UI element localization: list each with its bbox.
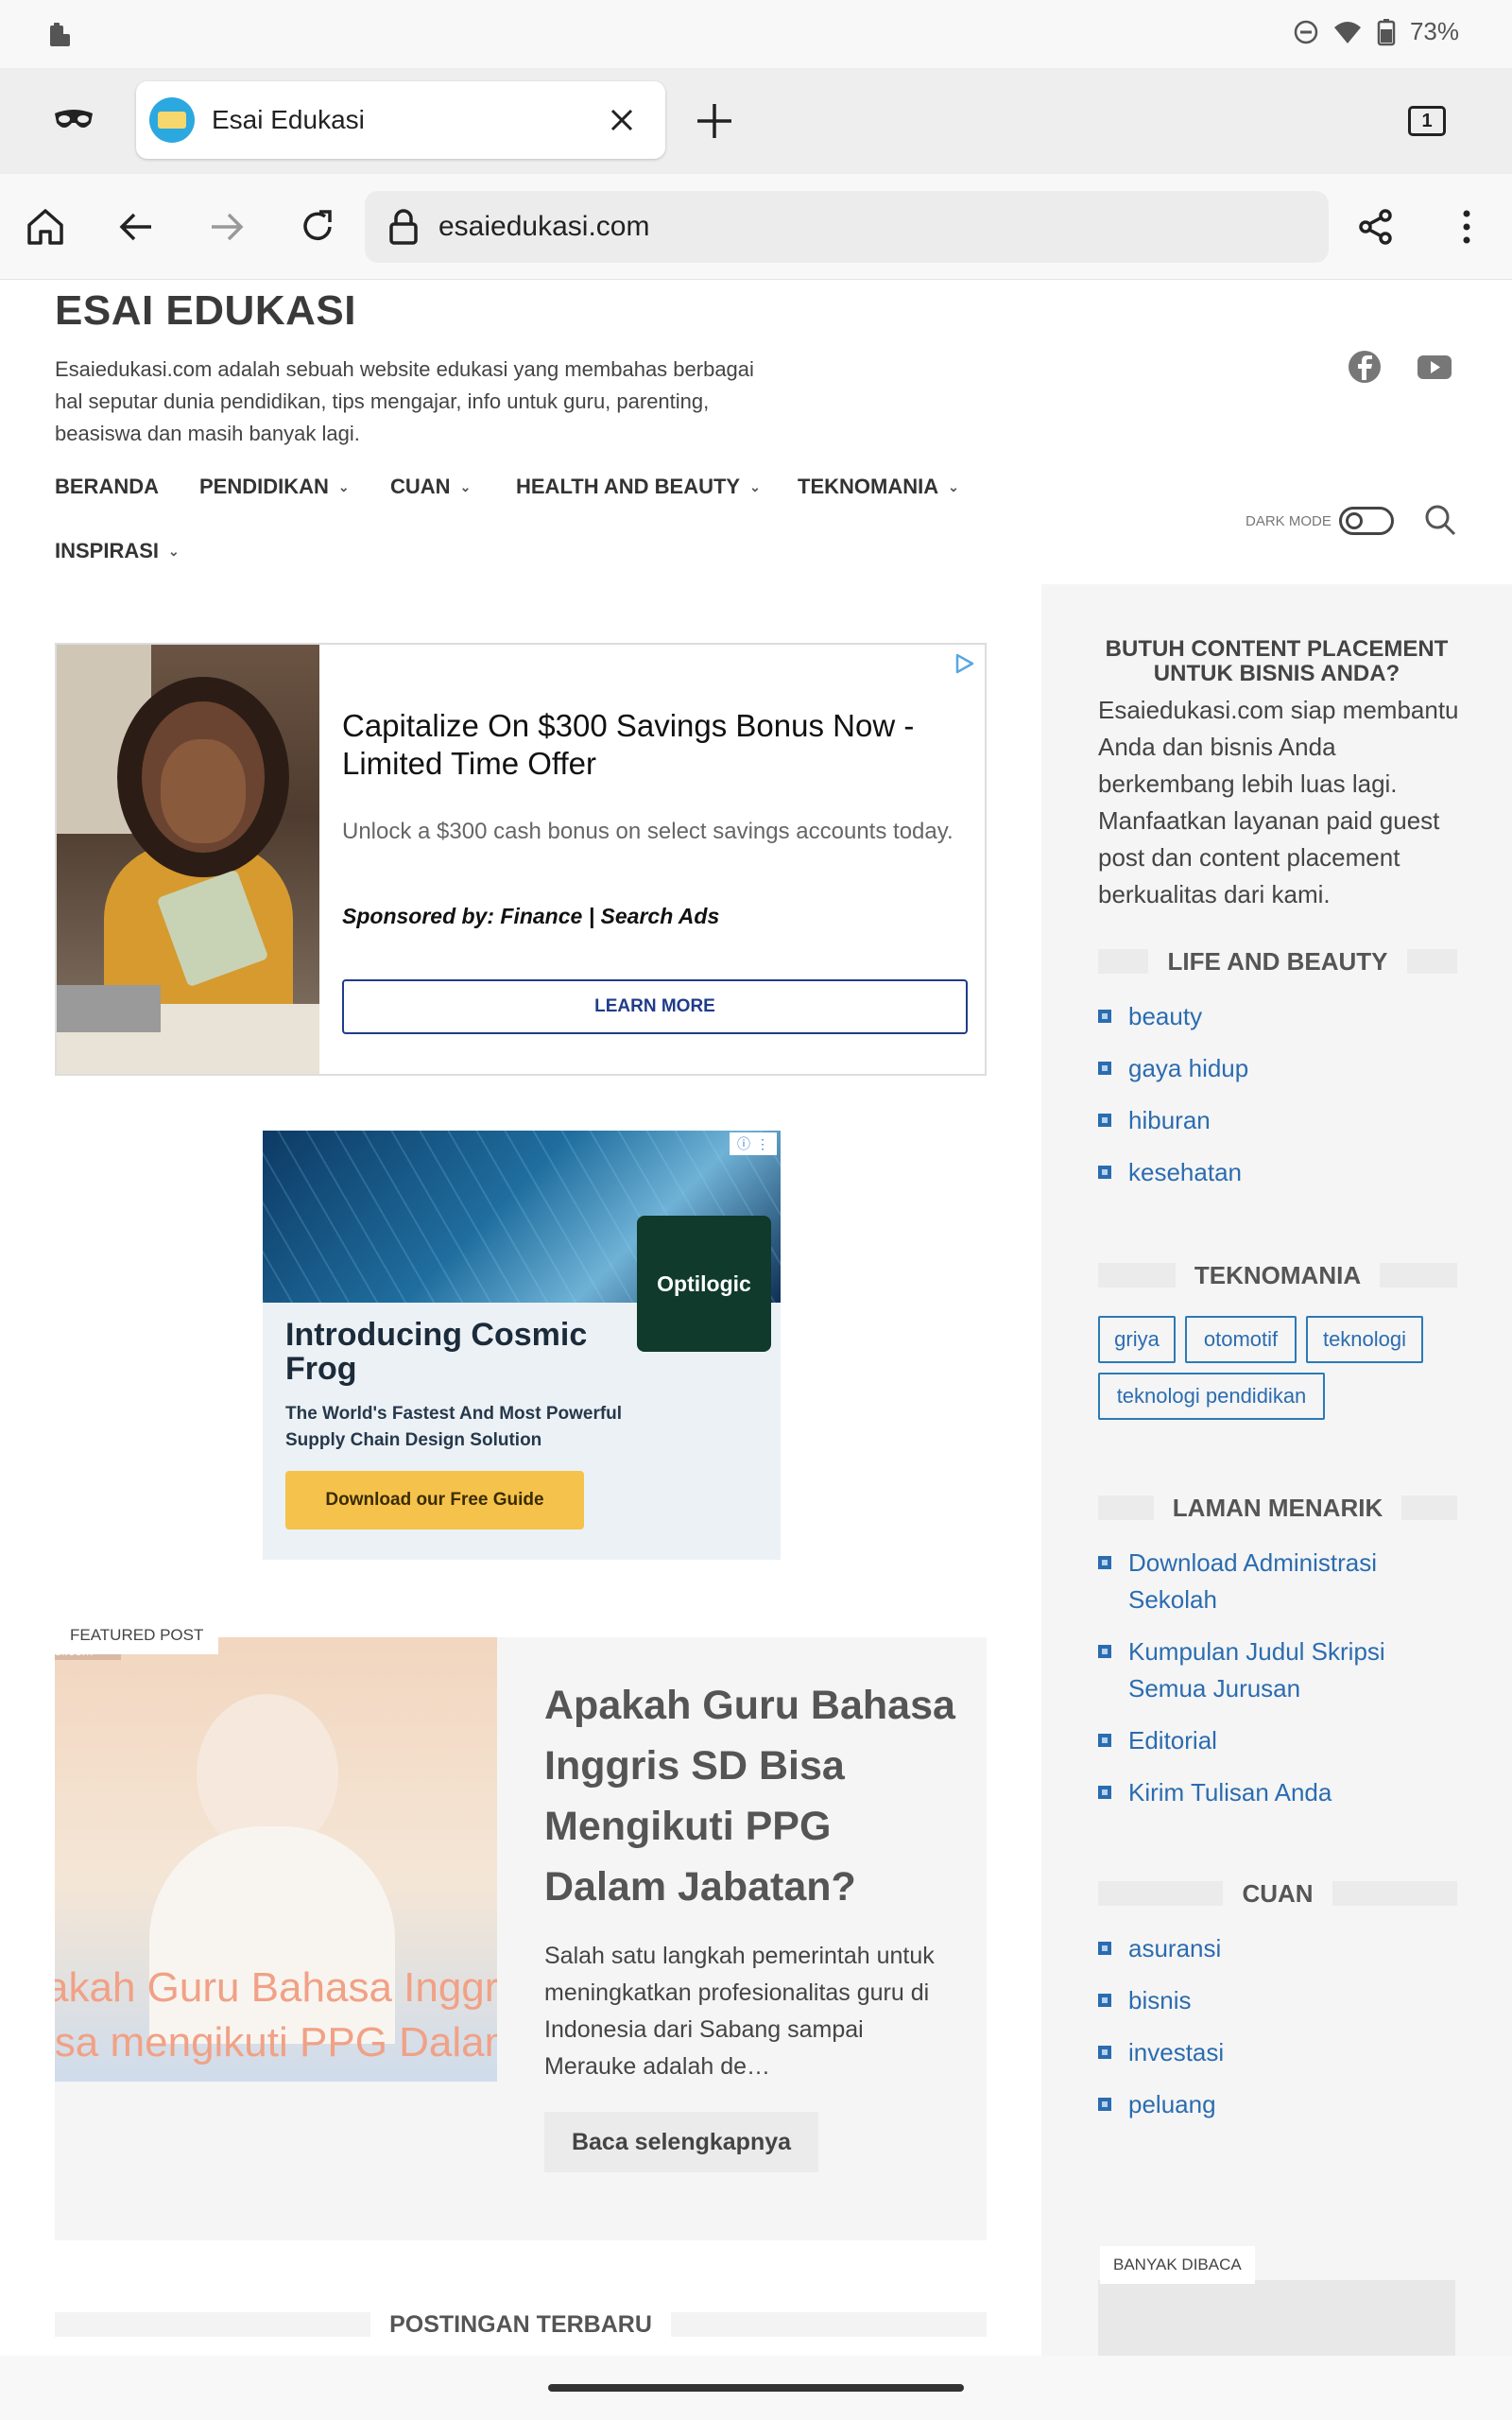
tag-otomotif[interactable]: otomotif (1185, 1316, 1297, 1363)
new-tab-icon[interactable] (696, 102, 733, 140)
site-favicon-icon (149, 97, 195, 143)
chevron-down-icon: ⌄ (459, 478, 472, 494)
ad-photo (57, 645, 319, 1074)
forward-arrow-icon[interactable] (202, 202, 251, 251)
dark-mode-label: DARK MODE (1246, 512, 1332, 529)
content-placement-text: Esaiedukasi.com siap membantu Anda dan b… (1098, 696, 1459, 908)
incognito-icon[interactable] (53, 104, 94, 136)
optilogic-logo: Optilogic (637, 1216, 771, 1352)
sponsored-ad-savings[interactable]: Capitalize On $300 Savings Bonus Now - L… (55, 643, 987, 1076)
ad-info-icon[interactable]: ⓘ ⋮ (730, 1132, 777, 1155)
ad-subtitle: The World's Fastest And Most Powerful Su… (285, 1404, 623, 1450)
category-link-bisnis[interactable]: bisnis (1098, 1982, 1457, 2019)
share-icon[interactable] (1351, 202, 1400, 251)
link-download-administrasi[interactable]: Download Administrasi Sekolah (1098, 1545, 1457, 1618)
popular-posts-box (1098, 2280, 1455, 2356)
link-editorial[interactable]: Editorial (1098, 1722, 1457, 1759)
battery-icon (1377, 18, 1396, 45)
toggle-switch[interactable] (1338, 507, 1394, 535)
browser-toolbar: esaiedukasi.com (0, 174, 1512, 280)
nav-item-health-and-beauty[interactable]: HEALTH AND BEAUTY ⌄ (516, 475, 761, 499)
chevron-down-icon: ⌄ (168, 543, 180, 559)
do-not-disturb-icon (1294, 20, 1318, 43)
system-nav-bar (0, 2356, 1512, 2420)
lock-icon (389, 209, 418, 245)
youtube-icon[interactable] (1416, 348, 1453, 386)
adchoices-icon[interactable] (953, 652, 975, 675)
featured-post-title[interactable]: Apakah Guru Bahasa Inggris SD Bisa Mengi… (544, 1675, 960, 1917)
featured-post-image[interactable]: si.com akah Guru Bahasa Inggris isa meng… (55, 1637, 497, 2082)
active-tab[interactable]: Esai Edukasi (136, 81, 665, 159)
url-text: esaiedukasi.com (438, 211, 650, 242)
close-tab-icon[interactable] (599, 97, 644, 143)
popular-posts-label: BANYAK DIBACA (1100, 2246, 1255, 2284)
nav-item-beranda[interactable]: BERANDA (55, 475, 159, 499)
nav-item-teknomania[interactable]: TEKNOMANIA ⌄ (798, 475, 959, 499)
chevron-down-icon: ⌄ (337, 478, 350, 494)
cuan-list: asuransi bisnis investasi peluang (1098, 1930, 1457, 2123)
back-arrow-icon[interactable] (112, 202, 161, 251)
nav-item-inspirasi[interactable]: INSPIRASI ⌄ (55, 539, 180, 563)
category-link-hiburan[interactable]: hiburan (1098, 1102, 1457, 1139)
tag-teknologi-pendidikan[interactable]: teknologi pendidikan (1098, 1373, 1325, 1420)
ad-sponsor: Sponsored by: Finance | Search Ads (342, 904, 720, 928)
clipboard-notification-icon (50, 23, 70, 46)
status-bar: 73% (0, 0, 1512, 68)
life-and-beauty-heading: LIFE AND BEAUTY (1098, 947, 1458, 976)
battery-percent: 73% (1409, 17, 1459, 45)
category-link-peluang[interactable]: peluang (1098, 2086, 1457, 2123)
tab-strip: Esai Edukasi 1 (0, 68, 1512, 174)
chevron-down-icon: ⌄ (948, 478, 959, 494)
nav-item-cuan[interactable]: CUAN ⌄ (390, 475, 471, 499)
search-icon[interactable] (1423, 503, 1457, 537)
featured-post-label: FEATURED POST (55, 1616, 219, 1654)
link-kumpulan-judul-skripsi[interactable]: Kumpulan Judul Skripsi Semua Jurusan (1098, 1634, 1457, 1707)
banner-ad-optilogic[interactable]: Optilogic ⓘ ⋮ Introducing Cosmic Frog The… (263, 1131, 781, 1560)
cuan-heading: CUAN (1098, 1879, 1458, 1908)
link-kirim-tulisan[interactable]: Kirim Tulisan Anda (1098, 1774, 1457, 1811)
download-guide-button[interactable]: Download our Free Guide (285, 1471, 584, 1530)
content-placement-heading: BUTUH CONTENT PLACEMENT UNTUK BISNIS AND… (1105, 636, 1449, 686)
facebook-icon[interactable] (1346, 348, 1383, 386)
laman-menarik-heading: LAMAN MENARIK (1098, 1494, 1458, 1522)
category-link-kesehatan[interactable]: kesehatan (1098, 1154, 1457, 1191)
web-page: ESAI EDUKASI Esaiedukasi.com adalah sebu… (0, 280, 1512, 2356)
tab-title: Esai Edukasi (212, 105, 365, 134)
category-link-investasi[interactable]: investasi (1098, 2034, 1457, 2071)
overflow-menu-icon[interactable] (1442, 202, 1491, 251)
learn-more-button[interactable]: LEARN MORE (342, 979, 968, 1034)
sidebar: BUTUH CONTENT PLACEMENT UNTUK BISNIS AND… (1041, 584, 1512, 2356)
featured-post-excerpt: Salah satu langkah pemerintah untuk meni… (544, 1943, 935, 2080)
latest-posts-heading: POSTINGAN TERBARU (55, 2310, 988, 2339)
dark-mode-toggle[interactable]: DARK MODE (1246, 507, 1394, 535)
reload-icon[interactable] (293, 202, 342, 251)
ad-title: Introducing Cosmic Frog (285, 1317, 588, 1387)
ad-headline[interactable]: Capitalize On $300 Savings Bonus Now - L… (342, 707, 947, 783)
ad-subtitle: Unlock a $300 cash bonus on select savin… (342, 819, 954, 844)
gesture-handle[interactable] (548, 2384, 964, 2392)
tag-griya[interactable]: griya (1098, 1316, 1176, 1363)
home-icon[interactable] (21, 202, 70, 251)
featured-post-card: si.com akah Guru Bahasa Inggris isa meng… (55, 1637, 987, 2240)
life-and-beauty-list: beauty gaya hidup hiburan kesehatan (1098, 998, 1457, 1191)
tag-teknologi[interactable]: teknologi (1306, 1316, 1423, 1363)
chevron-down-icon: ⌄ (749, 478, 761, 494)
site-title[interactable]: ESAI EDUKASI (55, 287, 356, 335)
read-more-button[interactable]: Baca selengkapnya (544, 2112, 818, 2172)
tab-count-button[interactable]: 1 (1408, 106, 1446, 136)
site-description: Esaiedukasi.com adalah sebuah website ed… (55, 357, 754, 445)
category-link-gaya-hidup[interactable]: gaya hidup (1098, 1050, 1457, 1087)
wifi-icon (1333, 21, 1361, 43)
teknomania-heading: TEKNOMANIA (1098, 1261, 1457, 1289)
laman-menarik-list: Download Administrasi Sekolah Kumpulan J… (1098, 1545, 1457, 1811)
nav-item-pendidikan[interactable]: PENDIDIKAN ⌄ (199, 475, 350, 499)
address-bar[interactable]: esaiedukasi.com (365, 191, 1329, 263)
category-link-asuransi[interactable]: asuransi (1098, 1930, 1457, 1967)
category-link-beauty[interactable]: beauty (1098, 998, 1457, 1035)
status-icons: 73% (1293, 17, 1459, 46)
